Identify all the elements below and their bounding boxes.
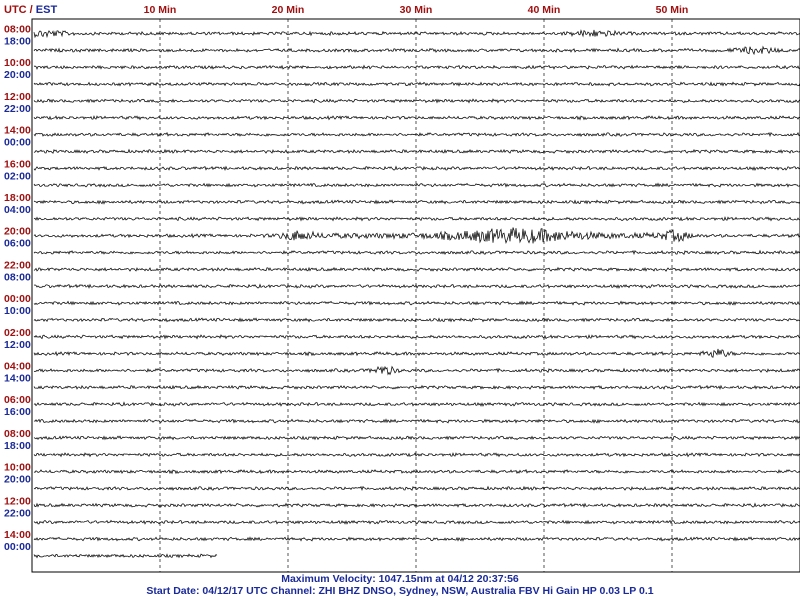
utc-time-label: 12:00 — [4, 91, 31, 103]
est-time-label: 16:00 — [4, 406, 31, 418]
utc-time-label: 04:00 — [4, 361, 31, 373]
x-tick-label: 10 Min — [144, 4, 177, 16]
est-time-label: 06:00 — [4, 238, 31, 250]
x-tick-label: 30 Min — [400, 4, 433, 16]
est-time-label: 18:00 — [4, 36, 31, 48]
header-est: EST — [36, 4, 58, 16]
est-time-label: 22:00 — [4, 507, 31, 519]
est-time-label: 10:00 — [4, 305, 31, 317]
x-tick-label: 20 Min — [272, 4, 305, 16]
header-utc: UTC — [4, 4, 27, 16]
est-time-label: 18:00 — [4, 440, 31, 452]
utc-time-label: 16:00 — [4, 158, 31, 170]
utc-time-label: 14:00 — [4, 125, 31, 137]
utc-time-label: 10:00 — [4, 462, 31, 474]
header-separator: / — [27, 4, 36, 16]
est-time-label: 00:00 — [4, 541, 31, 553]
est-time-label: 04:00 — [4, 204, 31, 216]
utc-time-label: 06:00 — [4, 394, 31, 406]
x-tick-label: 40 Min — [528, 4, 561, 16]
utc-time-label: 10:00 — [4, 57, 31, 69]
footer-max-velocity: Maximum Velocity: 1047.15nm at 04/12 20:… — [281, 573, 519, 585]
utc-time-label: 02:00 — [4, 327, 31, 339]
utc-time-label: 22:00 — [4, 259, 31, 271]
utc-time-label: 14:00 — [4, 529, 31, 541]
footer-channel-info: Start Date: 04/12/17 UTC Channel: ZHI BH… — [146, 585, 653, 597]
utc-time-label: 18:00 — [4, 192, 31, 204]
est-time-label: 20:00 — [4, 474, 31, 486]
est-time-label: 22:00 — [4, 103, 31, 115]
helicorder-chart: UTC / EST 10 Min 20 Min 30 Min 40 Min 50 Min… — [0, 0, 800, 600]
header-utc-est: UTC / EST — [4, 4, 57, 16]
utc-time-label: 00:00 — [4, 293, 31, 305]
utc-time-label: 12:00 — [4, 495, 31, 507]
x-tick-label: 50 Min — [656, 4, 689, 16]
est-time-label: 20:00 — [4, 69, 31, 81]
utc-time-label: 08:00 — [4, 24, 31, 36]
chart-background — [0, 0, 800, 600]
utc-time-label: 20:00 — [4, 226, 31, 238]
est-time-label: 00:00 — [4, 137, 31, 149]
est-time-label: 02:00 — [4, 170, 31, 182]
est-time-label: 08:00 — [4, 271, 31, 283]
est-time-label: 12:00 — [4, 339, 31, 351]
est-time-label: 14:00 — [4, 373, 31, 385]
utc-time-label: 08:00 — [4, 428, 31, 440]
